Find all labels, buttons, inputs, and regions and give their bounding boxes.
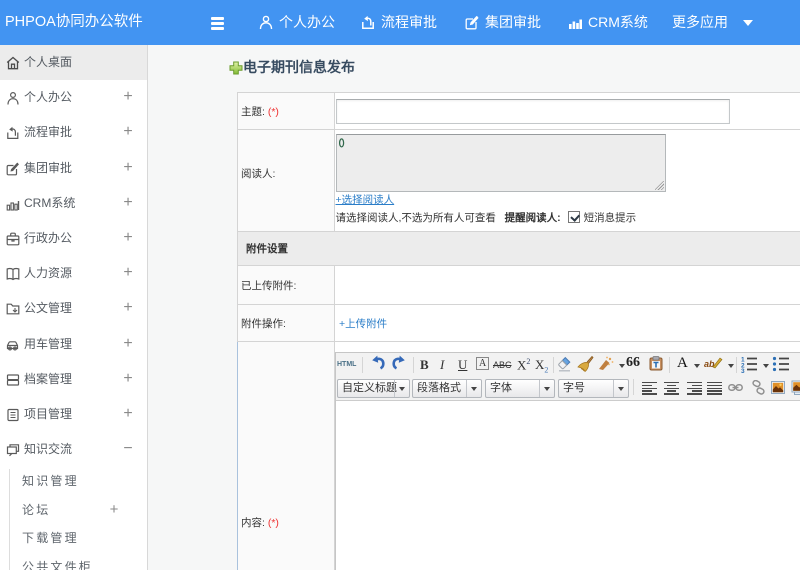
- svg-text:3: 3: [741, 368, 745, 373]
